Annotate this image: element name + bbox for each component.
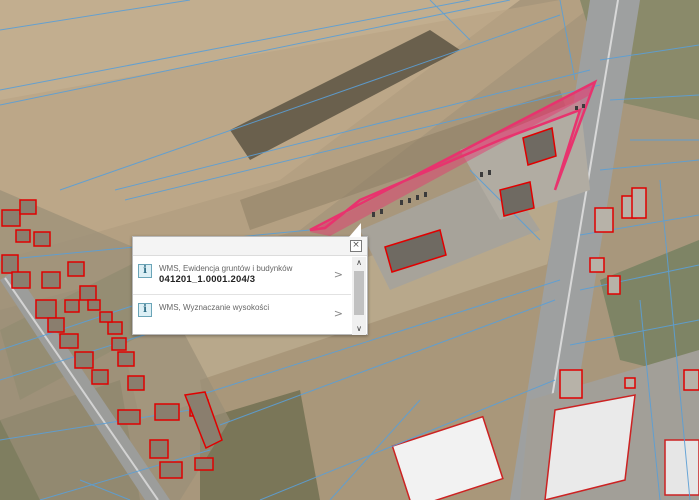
feature-info-popup: × i WMS, Ewidencja gruntów i budynków 04… — [132, 223, 368, 336]
popup-body: i WMS, Ewidencja gruntów i budynków 0412… — [133, 256, 367, 336]
chevron-right-icon[interactable]: > — [334, 307, 343, 320]
result-item-ewidencja[interactable]: i WMS, Ewidencja gruntów i budynków 0412… — [133, 256, 351, 295]
scroll-down-icon[interactable]: ∨ — [352, 323, 366, 335]
popup-pointer — [349, 223, 361, 237]
info-icon: i — [138, 303, 152, 317]
result-item-title: WMS, Wyznaczanie wysokości — [159, 303, 270, 312]
scroll-thumb[interactable] — [354, 271, 364, 315]
result-item-title: WMS, Ewidencja gruntów i budynków — [159, 264, 293, 273]
result-item-wysokosci[interactable]: i WMS, Wyznaczanie wysokości > — [133, 295, 351, 333]
info-icon: i — [138, 264, 152, 278]
popup-scrollbar[interactable]: ∧ ∨ — [352, 257, 366, 335]
popup-header: × — [133, 237, 367, 256]
map-view[interactable]: × i WMS, Ewidencja gruntów i budynków 04… — [0, 0, 699, 500]
result-item-value: 041201_1.0001.204/3 — [159, 274, 256, 285]
popup-result-list: i WMS, Ewidencja gruntów i budynków 0412… — [133, 256, 351, 336]
scroll-up-icon[interactable]: ∧ — [352, 257, 366, 269]
chevron-right-icon[interactable]: > — [334, 268, 343, 281]
close-icon[interactable]: × — [350, 240, 362, 252]
